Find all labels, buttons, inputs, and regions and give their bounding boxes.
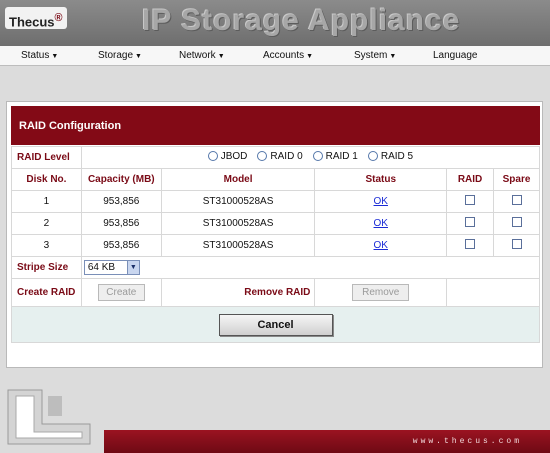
- footer-bar: www.thecus.com: [104, 430, 550, 453]
- main-nav: Status ▼ Storage ▼ Network ▼ Accounts ▼ Syst…: [0, 46, 550, 66]
- raid-checkbox[interactable]: [465, 195, 476, 205]
- disk-capacity: 953,856: [80, 212, 162, 235]
- col-capacity: Capacity (MB): [80, 168, 162, 191]
- radio-raid5[interactable]: RAID 5: [367, 151, 413, 162]
- spare-checkbox[interactable]: [511, 239, 522, 249]
- table-header-row: Disk No. Capacity (MB) Model Status RAID…: [11, 168, 540, 191]
- nav-storage[interactable]: Storage ▼: [98, 50, 142, 61]
- disk-no: 3: [11, 234, 82, 257]
- table-row: 2 953,856 ST31000528AS OK: [11, 212, 540, 235]
- disk-capacity: 953,856: [80, 234, 162, 257]
- disk-no: 1: [11, 190, 82, 213]
- caret-down-icon: ▼: [51, 53, 59, 60]
- create-button[interactable]: Create: [97, 284, 145, 301]
- radio-raid0[interactable]: RAID 0: [257, 151, 303, 162]
- disk-status-link[interactable]: OK: [374, 196, 388, 207]
- table-row: 3 953,856 ST31000528AS OK: [11, 234, 540, 257]
- disk-no: 2: [11, 212, 82, 235]
- nav-system[interactable]: System ▼: [354, 50, 396, 61]
- app-title: IP Storage Appliance: [142, 4, 461, 37]
- col-disk-no: Disk No.: [11, 168, 82, 191]
- legit-reviews-logo: [7, 389, 91, 445]
- cancel-button[interactable]: Cancel: [218, 313, 333, 336]
- disk-model: ST31000528AS: [160, 190, 316, 213]
- radio-raid1[interactable]: RAID 1: [312, 151, 358, 162]
- disk-model: ST31000528AS: [160, 234, 316, 257]
- raid-configuration-panel: RAID Configuration RAID Level JBOD RAID …: [6, 101, 543, 368]
- disk-status-link[interactable]: OK: [374, 240, 388, 251]
- radio-button-icon[interactable]: [257, 151, 268, 162]
- stripe-size-value: 64 KB: [87, 262, 116, 273]
- disk-capacity: 953,856: [80, 190, 162, 213]
- caret-down-icon: ▼: [306, 53, 314, 60]
- raid-level-label: RAID Level: [11, 146, 82, 169]
- thecus-logo: Thecus®: [5, 7, 67, 29]
- raid-checkbox[interactable]: [465, 217, 476, 227]
- spare-checkbox[interactable]: [511, 217, 522, 227]
- remove-button[interactable]: Remove: [352, 284, 410, 301]
- radio-jbod[interactable]: JBOD: [207, 151, 247, 162]
- stripe-size-label: Stripe Size: [11, 256, 82, 279]
- stripe-size-select[interactable]: 64 KB ▼: [83, 260, 140, 275]
- create-remove-row: Create RAID Create Remove RAID Remove: [11, 278, 540, 307]
- panel-title: RAID Configuration: [11, 106, 540, 145]
- remove-raid-label: Remove RAID: [160, 278, 316, 307]
- footer-url: www.thecus.com: [412, 437, 522, 446]
- caret-down-icon: ▼: [217, 53, 225, 60]
- cancel-row: Cancel: [11, 306, 540, 343]
- chevron-down-icon[interactable]: ▼: [126, 261, 139, 274]
- app-header: Thecus® IP Storage Appliance: [0, 0, 550, 46]
- col-raid: RAID: [446, 168, 495, 191]
- col-model: Model: [160, 168, 316, 191]
- radio-button-icon[interactable]: [207, 151, 218, 162]
- caret-down-icon: ▼: [389, 53, 397, 60]
- raid-level-row: RAID Level JBOD RAID 0 RAID 1 RAID 5: [11, 146, 541, 169]
- disk-model: ST31000528AS: [160, 212, 316, 235]
- spare-checkbox[interactable]: [511, 195, 522, 205]
- create-raid-label: Create RAID: [11, 278, 82, 307]
- nav-network[interactable]: Network ▼: [179, 50, 225, 61]
- radio-button-icon[interactable]: [312, 151, 323, 162]
- col-status: Status: [314, 168, 448, 191]
- disk-status-link[interactable]: OK: [374, 218, 388, 229]
- stripe-size-row: Stripe Size 64 KB ▼: [11, 256, 541, 279]
- raid-level-options: JBOD RAID 0 RAID 1 RAID 5: [80, 146, 541, 169]
- col-spare: Spare: [493, 168, 540, 191]
- radio-button-icon[interactable]: [367, 151, 378, 162]
- raid-table: RAID Level JBOD RAID 0 RAID 1 RAID 5 Dis…: [11, 146, 541, 343]
- table-row: 1 953,856 ST31000528AS OK: [11, 190, 540, 213]
- caret-down-icon: ▼: [135, 53, 142, 60]
- nav-accounts[interactable]: Accounts ▼: [263, 50, 313, 61]
- nav-status[interactable]: Status ▼: [21, 50, 58, 61]
- raid-checkbox[interactable]: [465, 239, 476, 249]
- nav-language[interactable]: Language: [433, 50, 478, 61]
